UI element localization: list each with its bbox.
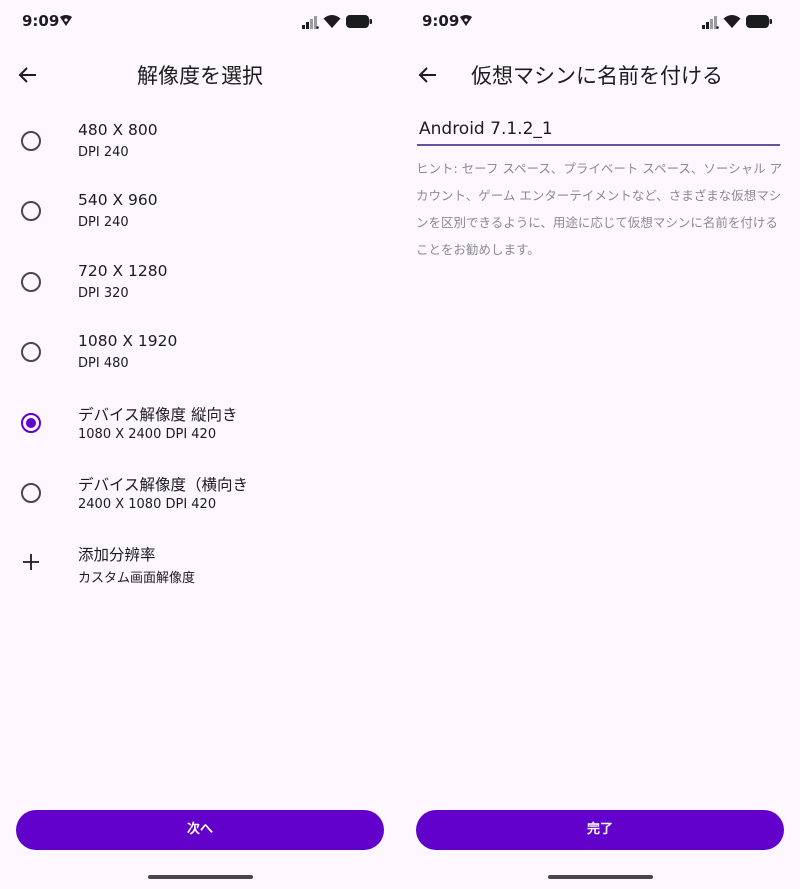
- page-title: 仮想マシンに名前を付ける: [471, 64, 723, 88]
- signal-icon: [702, 16, 719, 29]
- status-time: 9:09: [422, 12, 460, 30]
- resolution-dpi: 1080 X 2400 DPI 420: [78, 426, 217, 442]
- resolution-screen: 9:09 解像度を選択 480 X 800 DPI 240 540 X 960 …: [0, 0, 400, 889]
- battery-icon: [346, 15, 372, 28]
- done-button[interactable]: 完了: [416, 810, 784, 850]
- resolution-dpi: 2400 X 1080 DPI 420: [78, 496, 217, 512]
- resolution-label: デバイス解像度（横向き: [78, 475, 249, 494]
- page-title: 解像度を選択: [137, 64, 263, 88]
- resolution-label: 1080 X 1920: [78, 332, 178, 351]
- resolution-option-480x800[interactable]: 480 X 800 DPI 240: [0, 106, 400, 176]
- vm-name-input[interactable]: Android 7.1.2_1: [419, 119, 553, 139]
- resolution-label: 添加分辨率: [78, 546, 156, 565]
- wifi-icon: [323, 15, 341, 28]
- status-bar: 9:09: [400, 0, 800, 44]
- plus-icon: [23, 554, 39, 571]
- resolution-option-540x960[interactable]: 540 X 960 DPI 240: [0, 176, 400, 246]
- battery-icon: [746, 15, 772, 28]
- hotspot-icon: [460, 15, 472, 26]
- wifi-icon: [723, 15, 741, 28]
- signal-icon: [302, 16, 319, 29]
- home-indicator[interactable]: [548, 875, 653, 879]
- status-bar: 9:09: [0, 0, 400, 44]
- resolution-list: 480 X 800 DPI 240 540 X 960 DPI 240 720 …: [0, 106, 400, 599]
- hint-text: ヒント: セーフ スペース、プライベート スペース、ソーシャル アカウント、ゲー…: [416, 161, 783, 257]
- radio-button[interactable]: [21, 201, 41, 222]
- home-indicator[interactable]: [148, 875, 253, 879]
- radio-button[interactable]: [21, 271, 41, 292]
- radio-button-selected[interactable]: [21, 412, 41, 433]
- resolution-option-1080x1920[interactable]: 1080 X 1920 DPI 480: [0, 317, 400, 387]
- radio-button[interactable]: [21, 342, 41, 363]
- resolution-dpi: DPI 240: [78, 145, 129, 160]
- resolution-label: 480 X 800: [78, 121, 158, 139]
- back-arrow-icon[interactable]: [414, 62, 440, 88]
- resolution-dpi: DPI 480: [78, 356, 129, 372]
- resolution-label: 720 X 1280: [78, 261, 168, 280]
- next-button[interactable]: 次へ: [16, 810, 384, 850]
- resolution-option-device-portrait[interactable]: デバイス解像度 縦向き 1080 X 2400 DPI 420: [0, 388, 400, 458]
- hotspot-icon: [60, 15, 72, 26]
- vm-name-field[interactable]: Android 7.1.2_1: [417, 113, 780, 146]
- resolution-dpi: カスタム画面解像度: [78, 571, 196, 587]
- resolution-option-720x1280[interactable]: 720 X 1280 DPI 320: [0, 247, 400, 317]
- add-custom-resolution[interactable]: 添加分辨率 カスタム画面解像度: [0, 528, 400, 598]
- resolution-label: 540 X 960: [78, 191, 158, 210]
- radio-button[interactable]: [21, 131, 41, 151]
- radio-button[interactable]: [21, 482, 41, 503]
- status-time: 9:09: [22, 12, 60, 30]
- resolution-option-device-landscape[interactable]: デバイス解像度（横向き 2400 X 1080 DPI 420: [0, 458, 400, 528]
- resolution-dpi: DPI 240: [78, 215, 129, 231]
- resolution-dpi: DPI 320: [78, 285, 129, 301]
- resolution-label: デバイス解像度 縦向き: [78, 405, 238, 424]
- name-vm-screen: 9:09 仮想マシンに名前を付ける Android 7.1.2_1 ヒント: セ…: [400, 0, 800, 889]
